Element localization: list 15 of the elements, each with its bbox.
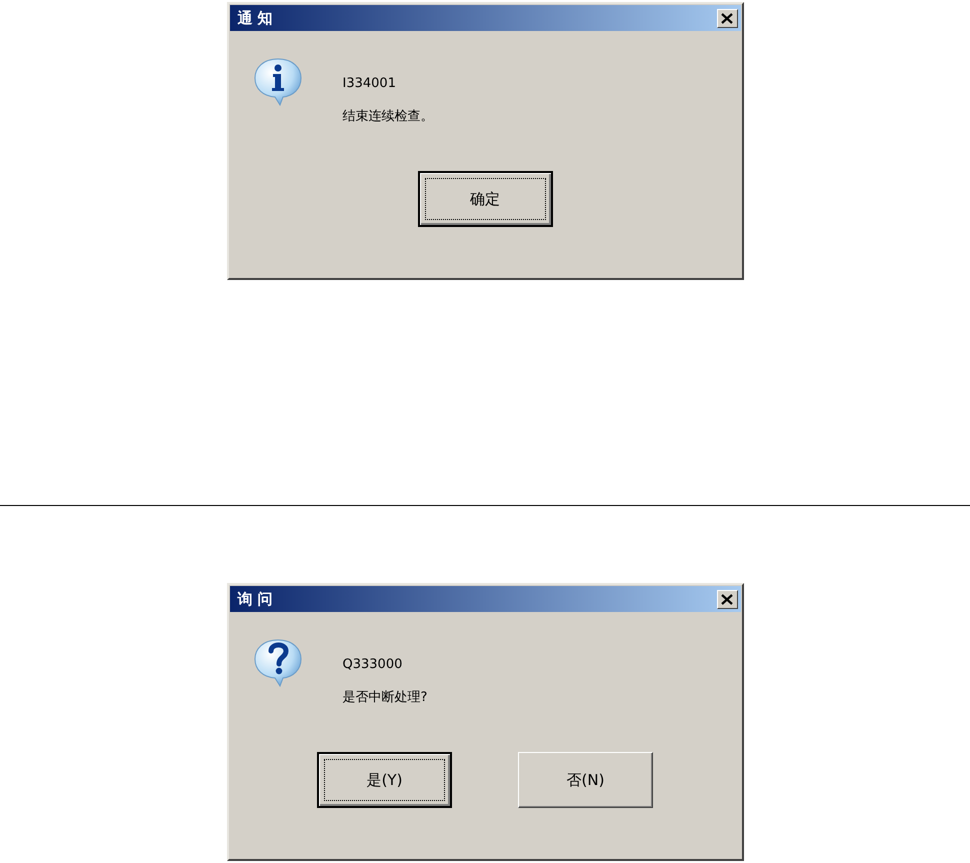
close-button[interactable]: [716, 8, 738, 28]
dialog-button[interactable]: 否(N): [518, 752, 653, 808]
close-icon: [721, 594, 733, 604]
message-text: 结束连续检查。: [342, 108, 434, 125]
window-title: 询 问: [238, 590, 273, 608]
dialog-button[interactable]: 确定: [418, 171, 552, 227]
message-code: I334001: [342, 76, 397, 91]
dialog-button[interactable]: 是(Y): [317, 752, 452, 808]
question-icon: [252, 637, 302, 687]
info-icon: [252, 56, 302, 106]
message-text: 是否中断处理?: [342, 689, 428, 706]
message-code: Q333000: [342, 657, 404, 672]
close-icon: [721, 12, 733, 24]
window-title: 通 知: [238, 8, 273, 28]
close-button[interactable]: [716, 590, 738, 608]
